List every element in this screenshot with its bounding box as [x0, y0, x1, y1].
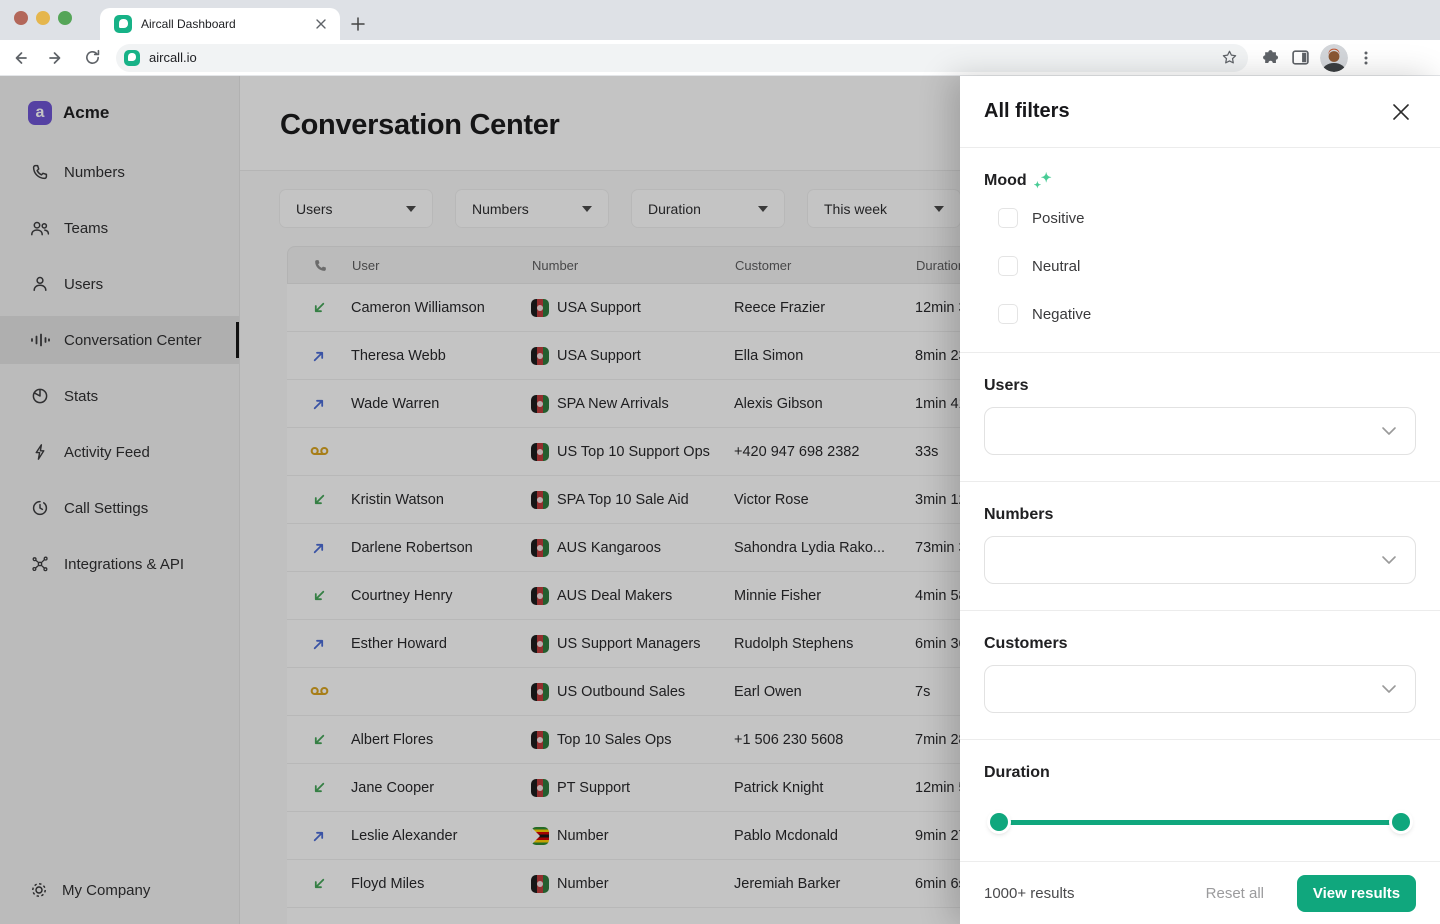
- customers-section-label: Customers: [984, 635, 1416, 653]
- duration-filter-section: Duration: [960, 740, 1440, 864]
- mood-option-negative: Negative: [998, 290, 1416, 338]
- new-tab-button[interactable]: [346, 12, 370, 36]
- bookmark-star-icon[interactable]: [1221, 49, 1238, 66]
- side-panel-icon[interactable]: [1291, 48, 1310, 67]
- reload-icon[interactable]: [76, 42, 108, 74]
- browser-toolbar: aircall.io: [0, 40, 1440, 76]
- duration-section-label: Duration: [984, 764, 1416, 782]
- users-section-label: Users: [984, 377, 1416, 395]
- negative-checkbox[interactable]: [998, 304, 1018, 324]
- browser-tab[interactable]: Aircall Dashboard: [100, 8, 340, 40]
- positive-checkbox[interactable]: [998, 208, 1018, 228]
- panel-title: All filters: [984, 100, 1070, 123]
- window-minimize-button[interactable]: [36, 11, 50, 25]
- mood-filter-section: Mood ✦✦ Positive Neutral Negative: [960, 148, 1440, 352]
- chevron-down-icon: [1381, 426, 1397, 436]
- window-zoom-button[interactable]: [58, 11, 72, 25]
- numbers-select[interactable]: [984, 536, 1416, 584]
- mood-section-label: Mood: [984, 172, 1027, 190]
- mood-option-positive: Positive: [998, 194, 1416, 242]
- close-icon[interactable]: [1388, 99, 1414, 125]
- window-controls: [14, 11, 72, 25]
- mood-option-neutral: Neutral: [998, 242, 1416, 290]
- forward-icon[interactable]: [40, 42, 72, 74]
- all-filters-panel: All filters Mood ✦✦ Positive: [960, 76, 1440, 924]
- aircall-app: a Acme Numbers Teams: [0, 76, 1440, 924]
- sparkles-icon: ✦✦: [1034, 172, 1052, 190]
- tab-title: Aircall Dashboard: [141, 17, 312, 31]
- panel-footer: 1000+ results Reset all View results: [960, 861, 1440, 924]
- checkbox-label: Negative: [1032, 306, 1091, 323]
- neutral-checkbox[interactable]: [998, 256, 1018, 276]
- chevron-down-icon: [1381, 555, 1397, 565]
- slider-min-handle[interactable]: [990, 813, 1008, 831]
- back-icon[interactable]: [4, 42, 36, 74]
- chevron-down-icon: [1381, 684, 1397, 694]
- browser-menu-kebab-icon[interactable]: [1358, 50, 1374, 66]
- browser-tab-strip: Aircall Dashboard: [0, 0, 1440, 40]
- customers-select[interactable]: [984, 665, 1416, 713]
- numbers-section-label: Numbers: [984, 506, 1416, 524]
- extensions-puzzle-icon[interactable]: [1262, 48, 1281, 67]
- checkbox-label: Neutral: [1032, 258, 1080, 275]
- url-text: aircall.io: [149, 50, 1221, 65]
- results-count: 1000+ results: [984, 885, 1206, 902]
- duration-range-slider[interactable]: [996, 812, 1404, 832]
- view-results-button[interactable]: View results: [1297, 875, 1416, 912]
- browser-window: Aircall Dashboard aircall.io: [0, 0, 1440, 924]
- address-bar[interactable]: aircall.io: [116, 44, 1248, 72]
- profile-avatar[interactable]: [1320, 44, 1348, 72]
- aircall-favicon: [124, 50, 140, 66]
- reset-all-button[interactable]: Reset all: [1206, 885, 1264, 902]
- tab-close-icon[interactable]: [312, 15, 330, 33]
- numbers-filter-section: Numbers: [960, 482, 1440, 610]
- users-filter-section: Users: [960, 353, 1440, 481]
- aircall-favicon: [114, 15, 132, 33]
- slider-track[interactable]: [996, 820, 1404, 825]
- users-select[interactable]: [984, 407, 1416, 455]
- customers-filter-section: Customers: [960, 611, 1440, 739]
- slider-max-handle[interactable]: [1392, 813, 1410, 831]
- checkbox-label: Positive: [1032, 210, 1085, 227]
- window-close-button[interactable]: [14, 11, 28, 25]
